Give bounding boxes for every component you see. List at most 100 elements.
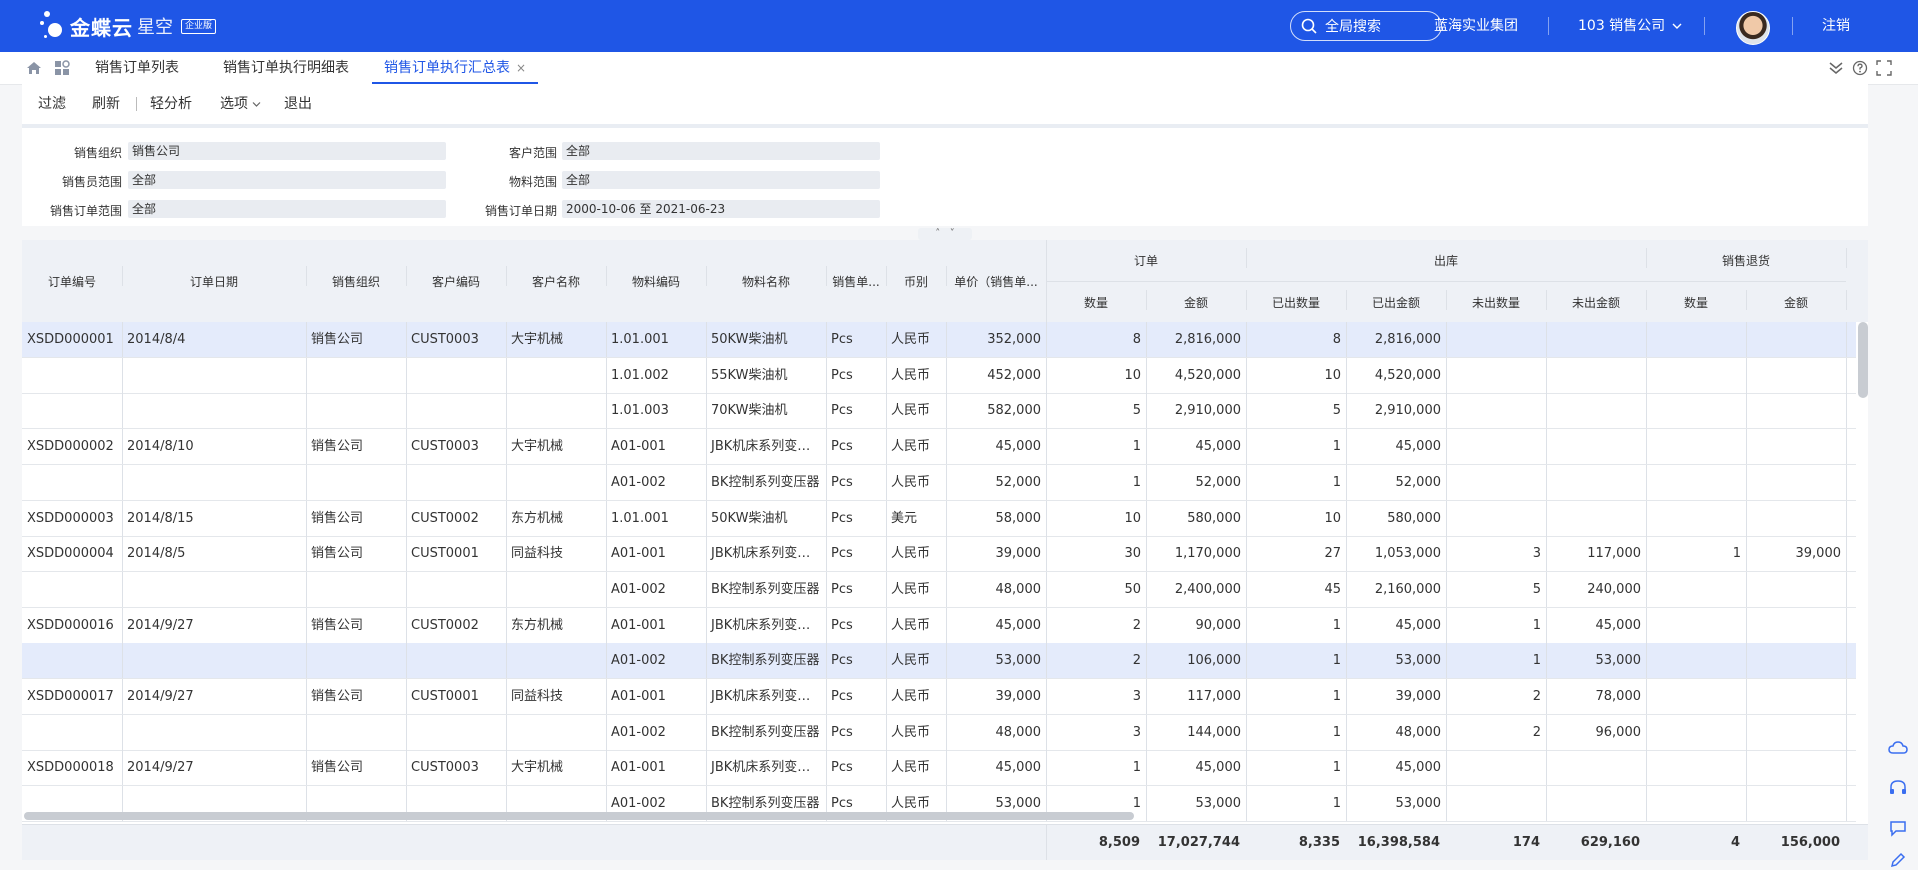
cell-currency[interactable]: 人民币: [886, 679, 946, 714]
cell-return-qty[interactable]: [1646, 393, 1746, 428]
cell-unit[interactable]: Pcs: [826, 536, 886, 571]
cell-return-qty[interactable]: [1646, 465, 1746, 500]
cell-order-no[interactable]: [22, 465, 122, 500]
cell-qty[interactable]: 50: [1046, 572, 1146, 607]
cell-order-no[interactable]: [22, 643, 122, 678]
cell-cust-name[interactable]: [506, 572, 606, 607]
cell-unit[interactable]: Pcs: [826, 572, 886, 607]
cell-currency[interactable]: 人民币: [886, 750, 946, 785]
cell-mat-name[interactable]: JBK机床系列变压...: [706, 679, 826, 714]
cell-cust-name[interactable]: 同益科技: [506, 536, 606, 571]
col-currency[interactable]: 币别: [886, 273, 946, 290]
cell-out-qty[interactable]: 1: [1246, 679, 1346, 714]
cell-return-amount[interactable]: [1746, 358, 1846, 393]
cell-amount[interactable]: 90,000: [1146, 608, 1246, 643]
cell-org[interactable]: 销售公司: [306, 750, 406, 785]
cell-mat-name[interactable]: BK控制系列变压器: [706, 572, 826, 607]
cell-return-qty[interactable]: [1646, 608, 1746, 643]
cell-cust-code[interactable]: [406, 393, 506, 428]
cell-return-amount[interactable]: [1746, 679, 1846, 714]
table-row[interactable]: A01-002 BK控制系列变压器 Pcs 人民币 52,000 1 52,000 1 52,0…: [22, 464, 1856, 501]
cell-order-date[interactable]: [122, 572, 306, 607]
cell-qty[interactable]: 1: [1046, 465, 1146, 500]
cell-price[interactable]: 48,000: [946, 572, 1046, 607]
cell-price[interactable]: 53,000: [946, 643, 1046, 678]
cell-out-amount[interactable]: 45,000: [1346, 429, 1446, 464]
cell-return-amount[interactable]: [1746, 715, 1846, 750]
cell-out-amount[interactable]: 2,160,000: [1346, 572, 1446, 607]
cell-price[interactable]: 48,000: [946, 715, 1046, 750]
cell-unout-qty[interactable]: 2: [1446, 715, 1546, 750]
col-unit[interactable]: 销售单...: [826, 273, 886, 290]
apps-icon[interactable]: [54, 60, 70, 76]
cell-order-date[interactable]: 2014/9/27: [122, 750, 306, 785]
options-menu[interactable]: 选项: [220, 84, 261, 124]
global-search-button[interactable]: 全局搜索: [1290, 11, 1442, 41]
cell-unout-qty[interactable]: 2: [1446, 679, 1546, 714]
chat-icon[interactable]: [1888, 818, 1908, 838]
cell-return-qty[interactable]: [1646, 750, 1746, 785]
table-row[interactable]: XSDD000002 2014/8/10 销售公司 CUST0003 大宇机械 A01-0…: [22, 429, 1856, 466]
cell-out-amount[interactable]: 580,000: [1346, 501, 1446, 536]
cell-return-amount[interactable]: [1746, 786, 1846, 821]
brand-logo[interactable]: 金蝶云 星空 企业版: [40, 8, 217, 44]
cell-mat-name[interactable]: 50KW柴油机: [706, 322, 826, 357]
cell-cust-name[interactable]: 大宇机械: [506, 429, 606, 464]
cell-unit[interactable]: Pcs: [826, 750, 886, 785]
cell-qty[interactable]: 1: [1046, 429, 1146, 464]
table-row[interactable]: XSDD000004 2014/8/5 销售公司 CUST0001 同益科技 A01-00…: [22, 536, 1856, 573]
cell-order-date[interactable]: 2014/9/27: [122, 679, 306, 714]
cell-order-no[interactable]: XSDD000002: [22, 429, 122, 464]
cell-amount[interactable]: 45,000: [1146, 750, 1246, 785]
cell-unit[interactable]: Pcs: [826, 715, 886, 750]
col-unout-qty[interactable]: 未出数量: [1446, 294, 1546, 311]
cell-unit[interactable]: Pcs: [826, 429, 886, 464]
cell-cust-code[interactable]: CUST0002: [406, 501, 506, 536]
cell-return-qty[interactable]: [1646, 679, 1746, 714]
cell-currency[interactable]: 人民币: [886, 536, 946, 571]
cell-cust-name[interactable]: 东方机械: [506, 501, 606, 536]
cell-mat-name[interactable]: 70KW柴油机: [706, 393, 826, 428]
edit-icon[interactable]: [1888, 850, 1908, 870]
cell-order-date[interactable]: [122, 643, 306, 678]
cell-order-no[interactable]: XSDD000017: [22, 679, 122, 714]
cell-cust-code[interactable]: CUST0001: [406, 536, 506, 571]
cell-qty[interactable]: 30: [1046, 536, 1146, 571]
filter-sales-rep-field[interactable]: 全部: [128, 171, 446, 189]
cell-out-amount[interactable]: 53,000: [1346, 786, 1446, 821]
cell-unout-amount[interactable]: [1546, 429, 1646, 464]
cell-org[interactable]: 销售公司: [306, 679, 406, 714]
cell-order-no[interactable]: XSDD000018: [22, 750, 122, 785]
cell-currency[interactable]: 人民币: [886, 572, 946, 607]
cell-unout-qty[interactable]: 5: [1446, 572, 1546, 607]
filter-date-field[interactable]: 2000-10-06 至 2021-06-23: [562, 200, 880, 218]
cell-unout-amount[interactable]: [1546, 358, 1646, 393]
double-chevron-down-icon[interactable]: [1828, 60, 1844, 76]
logout-link[interactable]: 注销: [1822, 0, 1850, 52]
cell-mat-name[interactable]: BK控制系列变压器: [706, 465, 826, 500]
tab-sales-order-detail[interactable]: 销售订单执行明细表: [223, 52, 349, 84]
cell-amount[interactable]: 2,816,000: [1146, 322, 1246, 357]
cell-mat-code[interactable]: 1.01.002: [606, 358, 706, 393]
cell-unout-amount[interactable]: 96,000: [1546, 715, 1646, 750]
headset-icon[interactable]: [1888, 778, 1908, 798]
col-return-qty[interactable]: 数量: [1646, 294, 1746, 311]
col-price[interactable]: 单价（销售单...: [946, 273, 1046, 290]
cell-org[interactable]: [306, 465, 406, 500]
light-analysis-button[interactable]: 轻分析: [150, 84, 192, 124]
refresh-button[interactable]: 刷新: [92, 84, 120, 124]
cell-return-amount[interactable]: [1746, 501, 1846, 536]
cell-org[interactable]: 销售公司: [306, 536, 406, 571]
cell-org[interactable]: [306, 643, 406, 678]
cell-cust-code[interactable]: CUST0001: [406, 679, 506, 714]
cell-out-qty[interactable]: 8: [1246, 322, 1346, 357]
cell-unout-amount[interactable]: [1546, 465, 1646, 500]
cell-cust-name[interactable]: 大宇机械: [506, 322, 606, 357]
cell-cust-name[interactable]: [506, 643, 606, 678]
cell-out-amount[interactable]: 48,000: [1346, 715, 1446, 750]
cell-order-date[interactable]: 2014/8/5: [122, 536, 306, 571]
cell-mat-code[interactable]: A01-002: [606, 465, 706, 500]
cell-mat-code[interactable]: A01-002: [606, 643, 706, 678]
exit-button[interactable]: 退出: [284, 84, 312, 124]
cell-unout-amount[interactable]: 53,000: [1546, 643, 1646, 678]
